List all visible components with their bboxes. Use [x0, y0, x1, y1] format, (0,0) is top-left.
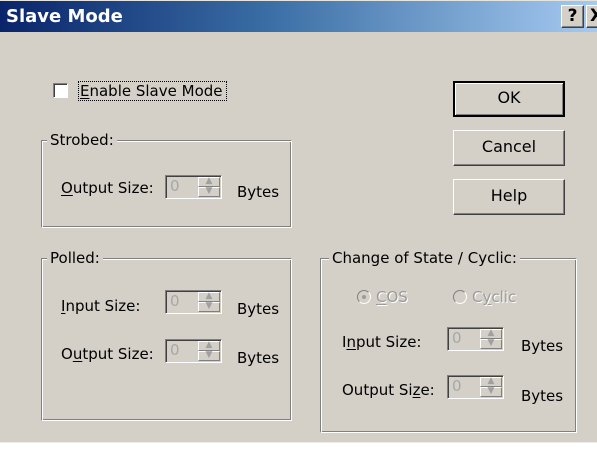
- background-area: [0, 443, 597, 461]
- spin-down-icon[interactable]: ▼: [198, 187, 220, 197]
- spin-down-icon[interactable]: ▼: [198, 351, 220, 361]
- close-title-button[interactable]: X: [586, 5, 597, 28]
- cos-input-size-value: 0: [452, 329, 462, 347]
- polled-output-label-rest: tput Size:: [82, 345, 154, 363]
- strobed-output-units: Bytes: [237, 183, 280, 201]
- cyclic-label-start: C: [472, 288, 483, 306]
- cos-radio-label[interactable]: COS: [376, 288, 408, 306]
- cos-input-accelerator: n: [346, 333, 356, 351]
- strobed-output-size-value: 0: [170, 177, 180, 195]
- polled-output-size-value: 0: [170, 341, 180, 359]
- polled-output-label-start: O: [61, 345, 73, 363]
- polled-input-size-value: 0: [170, 292, 180, 310]
- polled-input-size-label: Input Size:: [61, 297, 140, 315]
- spin-down-icon[interactable]: ▼: [480, 339, 502, 349]
- dialog-title: Slave Mode: [6, 6, 123, 27]
- slave-mode-dialog: Slave Mode ? X Enable Slave Mode OK Canc…: [0, 0, 597, 461]
- polled-output-units: Bytes: [237, 349, 280, 367]
- cos-input-spin-buttons[interactable]: ▲ ▼: [480, 329, 502, 349]
- spin-down-icon[interactable]: ▼: [480, 387, 502, 397]
- change-of-state-group-title: Change of State / Cyclic:: [329, 249, 520, 267]
- polled-input-label-rest: nput Size:: [65, 297, 141, 315]
- help-button[interactable]: Help: [453, 179, 565, 215]
- cos-label-rest: OS: [386, 288, 408, 306]
- cos-output-units: Bytes: [521, 387, 564, 405]
- polled-output-size-label: Output Size:: [61, 345, 154, 363]
- enable-slave-mode-checkbox[interactable]: [53, 83, 68, 98]
- strobed-output-accelerator: O: [61, 179, 73, 197]
- polled-group-title: Polled:: [47, 249, 103, 267]
- ok-button[interactable]: OK: [453, 81, 565, 117]
- enable-slave-mode-label[interactable]: Enable Slave Mode: [80, 82, 223, 100]
- cos-output-size-label: Output Size:: [342, 381, 435, 399]
- title-bar: Slave Mode ? X: [0, 1, 597, 32]
- strobed-output-size-spinner[interactable]: 0 ▲ ▼: [165, 175, 222, 199]
- polled-output-size-spinner[interactable]: 0 ▲ ▼: [165, 339, 222, 363]
- cancel-button[interactable]: Cancel: [453, 130, 565, 166]
- cos-input-size-label: Input Size:: [342, 333, 421, 351]
- polled-input-units: Bytes: [237, 300, 280, 318]
- radio-unselected-icon[interactable]: [453, 290, 467, 304]
- polled-input-spin-buttons[interactable]: ▲ ▼: [198, 292, 220, 312]
- cos-input-size-spinner[interactable]: 0 ▲ ▼: [447, 327, 504, 351]
- strobed-output-size-label: Output Size:: [61, 179, 154, 197]
- polled-input-size-spinner[interactable]: 0 ▲ ▼: [165, 290, 222, 314]
- cos-input-units: Bytes: [521, 337, 564, 355]
- cos-output-size-value: 0: [452, 377, 462, 395]
- cos-output-label-rest: e:: [420, 381, 435, 399]
- strobed-group-title: Strobed:: [47, 131, 117, 149]
- help-title-button[interactable]: ?: [561, 5, 584, 28]
- cos-output-size-spinner[interactable]: 0 ▲ ▼: [447, 375, 504, 399]
- cos-input-label-rest: put Size:: [355, 333, 422, 351]
- cos-output-spin-buttons[interactable]: ▲ ▼: [480, 377, 502, 397]
- cyclic-radio-label[interactable]: Cyclic: [472, 288, 516, 306]
- polled-output-accelerator: u: [72, 345, 83, 363]
- cos-output-label-start: Output Si: [342, 381, 413, 399]
- strobed-output-spin-buttons[interactable]: ▲ ▼: [198, 177, 220, 197]
- polled-output-spin-buttons[interactable]: ▲ ▼: [198, 341, 220, 361]
- spin-down-icon[interactable]: ▼: [198, 302, 220, 312]
- strobed-output-label-rest: utput Size:: [72, 179, 154, 197]
- cyclic-label-rest: clic: [491, 288, 517, 306]
- cos-accelerator: C: [376, 288, 387, 306]
- radio-selected-icon[interactable]: [357, 290, 371, 304]
- enable-label-rest: nable Slave Mode: [89, 82, 223, 100]
